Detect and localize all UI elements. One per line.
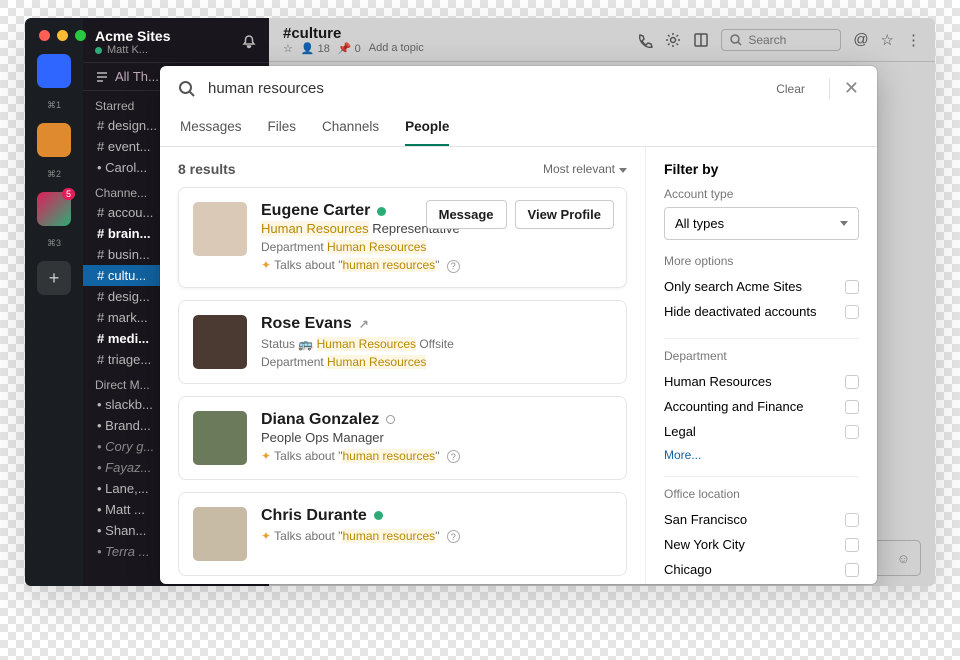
filter-office-option[interactable]: Chicago	[664, 557, 859, 582]
zoom-dot[interactable]	[75, 30, 86, 41]
search-input[interactable]: human resources	[208, 80, 764, 97]
window-controls[interactable]	[39, 30, 86, 41]
checkbox[interactable]	[845, 375, 859, 389]
info-icon[interactable]: ?	[447, 260, 460, 273]
view-profile-button[interactable]: View Profile	[515, 200, 614, 229]
person-name: Diana Gonzalez	[261, 411, 612, 429]
checkbox[interactable]	[845, 400, 859, 414]
person-name: Rose Evans↗	[261, 315, 612, 333]
threads-label: All Th...	[115, 69, 159, 84]
info-icon[interactable]: ?	[447, 450, 460, 463]
minimize-dot[interactable]	[57, 30, 68, 41]
add-workspace[interactable]: +	[37, 261, 71, 295]
search-tabs: Messages Files Channels People	[160, 111, 877, 147]
checkbox[interactable]	[845, 513, 859, 527]
talks-about: ✦ Talks about "human resources" ?	[261, 449, 612, 464]
filter-option-label: Chicago	[664, 562, 712, 577]
presence-indicator	[374, 511, 383, 520]
checkbox[interactable]	[845, 563, 859, 577]
filter-option-label: New York City	[664, 537, 745, 552]
workspace-switcher[interactable]	[37, 54, 71, 88]
close-icon[interactable]: ✕	[829, 78, 859, 99]
sparkle-icon: ✦	[261, 449, 274, 463]
filter-title: Filter by	[664, 161, 859, 177]
person-name: Chris Durante	[261, 507, 612, 525]
current-user: Matt K...	[95, 44, 170, 56]
filter-dept-option[interactable]: Accounting and Finance	[664, 394, 859, 419]
avatar	[193, 507, 247, 561]
avatar	[193, 202, 247, 256]
workspace-rail: ⌘1⌘25⌘3+	[25, 18, 83, 586]
avatar	[193, 315, 247, 369]
filter-office-option[interactable]: San Francisco	[664, 507, 859, 532]
filter-more-option[interactable]: Hide deactivated accounts	[664, 299, 859, 324]
tab-files[interactable]: Files	[268, 111, 297, 146]
close-dot[interactable]	[39, 30, 50, 41]
person-role: People Ops Manager	[261, 430, 612, 445]
person-card[interactable]: Diana GonzalezPeople Ops Manager ✦ Talks …	[178, 396, 627, 480]
tab-people[interactable]: People	[405, 111, 449, 146]
filter-dept-option[interactable]: Legal	[664, 419, 859, 444]
away-icon: ↗	[359, 317, 369, 331]
sort-select[interactable]: Most relevant	[543, 162, 627, 176]
checkbox[interactable]	[845, 280, 859, 294]
badge: 5	[62, 188, 75, 200]
person-card[interactable]: Rose Evans↗ Status 🚌 Human Resources Offs…	[178, 300, 627, 384]
tab-messages[interactable]: Messages	[180, 111, 242, 146]
workspace-switcher[interactable]: 5	[37, 192, 71, 226]
account-type-select[interactable]: All types	[664, 207, 859, 240]
shortcut-label: ⌘2	[47, 169, 61, 180]
chevron-down-icon	[840, 221, 848, 226]
filter-dept-option[interactable]: Human Resources	[664, 369, 859, 394]
more-options-label: More options	[664, 254, 859, 268]
avatar	[193, 411, 247, 465]
sparkle-icon: ✦	[261, 529, 274, 543]
presence-indicator	[386, 415, 395, 424]
person-card[interactable]: Chris Durante ✦ Talks about "human resour…	[178, 492, 627, 576]
workspace-name[interactable]: Acme Sites	[95, 28, 170, 44]
tab-channels[interactable]: Channels	[322, 111, 379, 146]
checkbox[interactable]	[845, 425, 859, 439]
filter-office-option[interactable]: New York City	[664, 532, 859, 557]
person-card[interactable]: Eugene CarterHuman Resources Representat…	[178, 187, 627, 288]
results-pane: 8 results Most relevant Eugene CarterHum…	[160, 147, 645, 584]
filter-option-label: Hide deactivated accounts	[664, 304, 816, 319]
bell-icon[interactable]	[241, 34, 257, 50]
message-button[interactable]: Message	[426, 200, 507, 229]
threads-icon	[95, 70, 109, 84]
filter-option-label: Accounting and Finance	[664, 399, 803, 414]
search-icon	[178, 80, 196, 98]
sparkle-icon: ✦	[261, 258, 274, 272]
search-modal: human resources Clear ✕ Messages Files Cha…	[160, 66, 877, 584]
clear-button[interactable]: Clear	[776, 82, 805, 96]
filter-option-label: San Francisco	[664, 512, 747, 527]
talks-about: ✦ Talks about "human resources" ?	[261, 529, 612, 544]
result-count: 8 results	[178, 161, 236, 177]
person-detail: Department Human Resources	[261, 355, 612, 369]
filters-pane: Filter by Account type All types More op…	[645, 147, 877, 584]
person-detail: Department Human Resources	[261, 240, 612, 254]
talks-about: ✦ Talks about "human resources" ?	[261, 258, 612, 273]
info-icon[interactable]: ?	[447, 530, 460, 543]
office-label: Office location	[664, 487, 859, 501]
shortcut-label: ⌘3	[47, 238, 61, 249]
presence-indicator	[377, 207, 386, 216]
filter-option-label: Human Resources	[664, 374, 772, 389]
checkbox[interactable]	[845, 538, 859, 552]
person-detail: Status 🚌 Human Resources Offsite	[261, 337, 612, 351]
account-type-label: Account type	[664, 187, 859, 201]
more-link[interactable]: More...	[664, 448, 859, 462]
workspace-switcher[interactable]	[37, 123, 71, 157]
filter-option-label: Only search Acme Sites	[664, 279, 802, 294]
shortcut-label: ⌘1	[47, 100, 61, 111]
checkbox[interactable]	[845, 305, 859, 319]
chevron-down-icon	[619, 168, 627, 173]
filter-more-option[interactable]: Only search Acme Sites	[664, 274, 859, 299]
filter-option-label: Legal	[664, 424, 696, 439]
department-label: Department	[664, 349, 859, 363]
